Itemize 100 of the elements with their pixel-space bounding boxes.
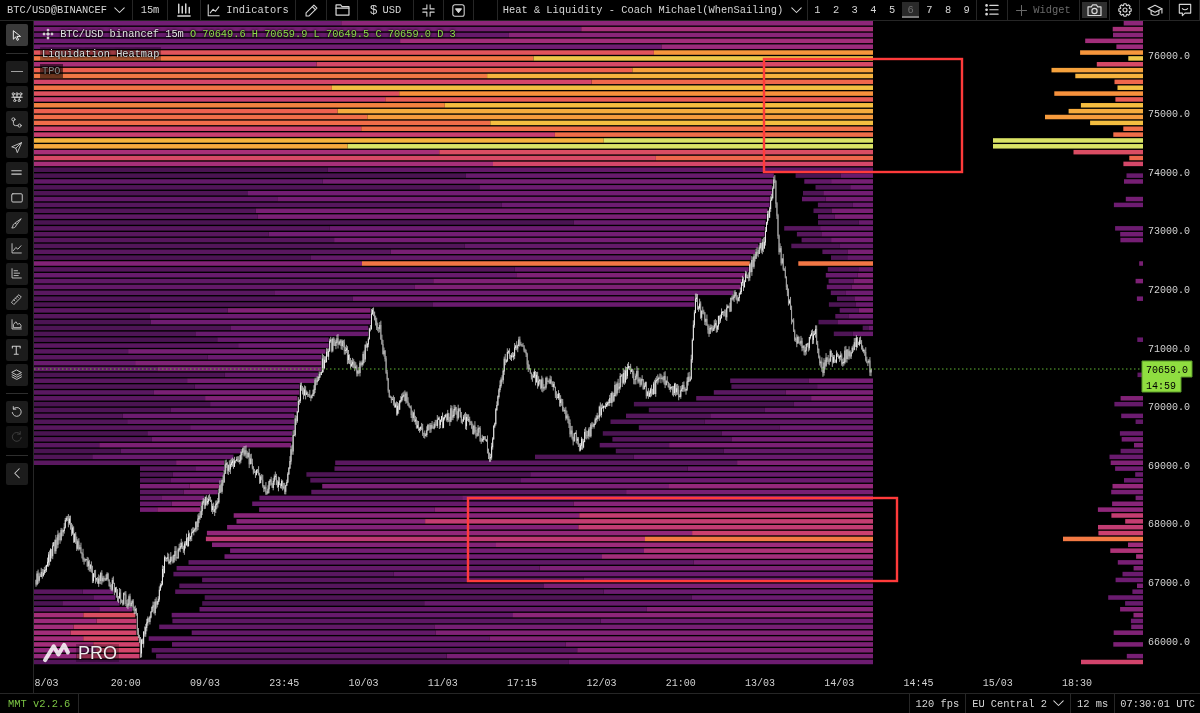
last-price-badge [1141, 360, 1193, 393]
pencil-icon [304, 3, 318, 17]
ohlc-value: D 3 [437, 27, 456, 42]
line-tool-button[interactable] [5, 60, 28, 83]
price-axis-label: 73000.0 [1148, 226, 1190, 238]
price-axis-label: 72000.0 [1148, 284, 1190, 296]
time-axis-label: 17:15 [507, 678, 538, 689]
time-axis-label: 18:30 [1062, 678, 1092, 689]
layout-slot-tab[interactable]: 2 [827, 2, 845, 18]
layout-slot-tab[interactable]: 8 [939, 2, 957, 18]
arrow-tool-button[interactable] [5, 136, 28, 159]
ohlc-value: C 70659.0 [375, 27, 432, 42]
screenshot-button[interactable] [1080, 0, 1110, 20]
indicators-button[interactable]: Indicators [201, 0, 296, 20]
cursor-icon [11, 29, 22, 41]
countdown-text: 14:59 [1146, 380, 1176, 392]
clock-label: 07:30:01 UTC [1114, 694, 1200, 713]
settings-icon [1117, 3, 1132, 17]
time-axis-label: 8/03 [34, 678, 59, 689]
dropdown-square-icon [452, 3, 465, 17]
latency-label: 12 ms [1070, 694, 1115, 713]
symbol-selector[interactable]: BTC/USD@BINANCEF [0, 0, 133, 20]
price-axis-label: 71000.0 [1148, 343, 1190, 355]
redo-icon [10, 431, 23, 443]
chart-tool-button[interactable] [5, 237, 28, 260]
time-axis-label: 14/03 [824, 678, 855, 689]
path-icon [11, 116, 22, 128]
layout-slot-tab[interactable]: 3 [846, 2, 863, 18]
camera-icon [1087, 3, 1102, 17]
time-axis-label: 15/03 [982, 678, 1013, 689]
time-axis-label: 12/03 [586, 678, 617, 689]
price-axis-label: 68000.0 [1148, 519, 1190, 531]
last-price-text: 70659.0 [1146, 365, 1188, 376]
ruler-tool-button[interactable] [5, 288, 28, 311]
time-axis-label: 21:00 [665, 678, 696, 689]
rectangle-icon [10, 193, 23, 203]
candlestick-icon [177, 3, 191, 17]
chevron-down-icon [791, 6, 803, 14]
brush-tool-button[interactable] [5, 212, 28, 235]
zigzag-logo-icon [42, 642, 71, 663]
text-tool-button[interactable] [5, 338, 28, 361]
compress-icon [422, 3, 435, 17]
layout-slot-tab[interactable]: 1 [809, 2, 826, 18]
chevron-down-icon [113, 6, 125, 14]
ohlc-value: O 70649.6 [189, 27, 246, 42]
time-axis-label: 11/03 [427, 678, 458, 689]
diamond-logo-icon [42, 28, 54, 40]
ruler-icon [11, 293, 22, 305]
price-axis-label: 75000.0 [1148, 109, 1190, 121]
horizontal-line-icon [10, 70, 23, 73]
area-chart-icon [11, 319, 22, 331]
version-label: MMT v2.2.6 [0, 694, 80, 713]
nodes-tool-button[interactable] [5, 85, 28, 108]
chat-bubble-icon [1177, 3, 1192, 17]
interval-button[interactable]: 15m [133, 0, 168, 20]
bars-tool-button[interactable] [5, 262, 28, 285]
layout-slot-tab[interactable]: 5 [883, 2, 901, 18]
brush-icon [11, 217, 22, 229]
undo-icon [10, 406, 23, 418]
layers-icon [10, 369, 23, 381]
layers-button[interactable] [5, 364, 28, 387]
line-chart-icon [207, 3, 221, 17]
folder-icon [334, 4, 350, 16]
currency-button[interactable]: $ USD [358, 0, 414, 20]
line-chart-icon [11, 243, 22, 255]
graduation-cap-icon [1146, 3, 1163, 17]
symbol-label: BTC/USD binancef 15m [60, 27, 184, 42]
ohlc-value: L 70649.5 [313, 27, 370, 42]
region-selector[interactable]: EU Central 2 [965, 694, 1070, 713]
price-axis-label: 74000.0 [1148, 167, 1190, 179]
ohlc-value: H 70659.9 [251, 27, 308, 42]
undo-button[interactable] [5, 400, 28, 423]
layout-selector[interactable]: Heat & Liquidity - Coach Michael(WhenSailing) [497, 0, 808, 20]
time-axis-label: 13/03 [744, 678, 775, 689]
price-axis-label: 67000.0 [1148, 577, 1190, 589]
parallel-tool-button[interactable] [5, 161, 28, 184]
text-tool-icon [11, 344, 22, 356]
layout-slot-tab[interactable]: 7 [921, 2, 938, 18]
fps-counter: 120 fps [908, 694, 966, 713]
layout-slot-tab[interactable]: 9 [958, 2, 976, 18]
connected-nodes-icon [10, 91, 23, 103]
path-tool-button[interactable] [5, 111, 28, 134]
rectangle-tool-button[interactable] [5, 187, 28, 210]
parallel-lines-icon [11, 170, 22, 176]
price-axis-label: 66000.0 [1148, 636, 1190, 648]
price-axis-label: 70000.0 [1148, 402, 1190, 414]
price-axis-label: 76000.0 [1148, 50, 1190, 62]
paper-plane-icon [11, 142, 22, 153]
bar-list-icon [11, 268, 22, 280]
list-icon [985, 4, 999, 16]
time-axis-label: 09/03 [190, 678, 220, 689]
time-axis-label: 14:45 [903, 678, 934, 689]
chevron-down-icon [1053, 700, 1064, 707]
price-axis-label: 69000.0 [1148, 460, 1190, 472]
time-axis-label: 10/03 [348, 678, 379, 689]
collapse-toolbar-button[interactable] [5, 462, 28, 485]
plus-icon [1016, 4, 1028, 16]
layout-slot-tab[interactable]: 4 [865, 2, 882, 18]
cursor-tool-button[interactable] [5, 24, 28, 46]
area-tool-button[interactable] [5, 313, 28, 336]
